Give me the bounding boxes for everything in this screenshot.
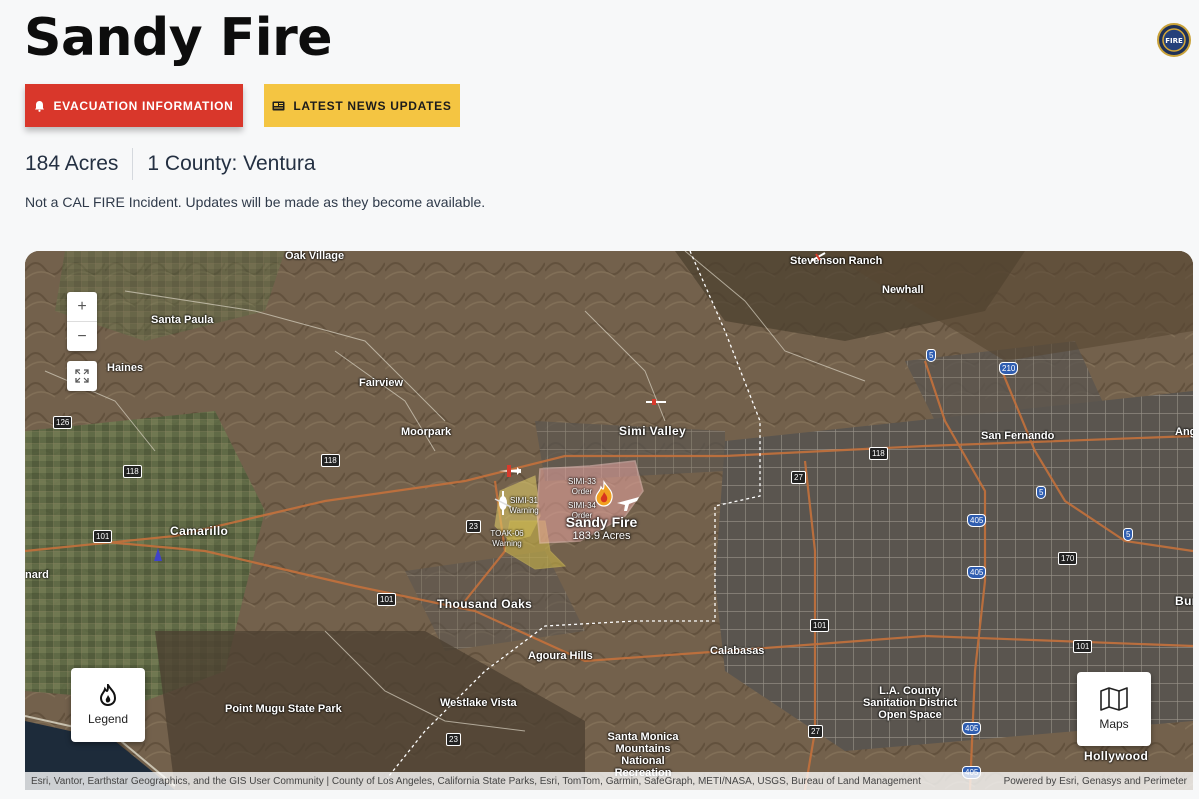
interstate-shield: 5 [1123,528,1134,541]
evacuation-information-button[interactable]: EVACUATION INFORMATION [25,84,243,127]
fire-origin-icon[interactable] [592,480,616,508]
maps-button-label: Maps [1099,717,1129,731]
latest-news-updates-button[interactable]: LATEST NEWS UPDATES [264,84,460,127]
newspaper-icon [272,101,285,110]
acres-stat: 184 Acres [25,152,119,175]
map-label-burbank: Bur [1175,594,1193,608]
svg-text:FIRE: FIRE [1165,37,1183,45]
map-label-moorpark: Moorpark [401,426,452,438]
helicopter-icon[interactable] [493,489,513,517]
zoom-control: + − [67,292,97,351]
map-label-haines: Haines [107,362,144,374]
bell-icon [35,100,45,112]
interstate-shield: 405 [962,722,982,735]
map-label-calabasas: Calabasas [710,645,765,657]
interstate-shield: 5 [1036,486,1047,499]
map-label-thousand-oaks: Thousand Oaks [437,597,533,611]
route-shield: 118 [123,465,142,478]
map-label-fairview: Fairview [359,377,404,389]
airtanker-icon[interactable] [497,463,523,479]
interstate-shield: 405 [967,566,987,579]
aircraft-icon[interactable] [810,251,826,263]
attribution-sources: Esri, Vantor, Earthstar Geographics, and… [31,775,921,787]
map-label-santa-paula: Santa Paula [151,314,214,326]
interstate-shield: 405 [967,514,987,527]
map-label-la-county-sanitation: L.A. County Sanitation District Open Spa… [862,685,958,721]
map-label-hollywood: Hollywood [1084,749,1149,763]
fire-name-label: Sandy Fire [565,514,638,530]
route-shield: 101 [1073,640,1093,653]
route-shield: 126 [53,416,73,429]
maps-button[interactable]: Maps [1077,672,1151,746]
route-shield: 27 [808,725,823,738]
zoom-in-button[interactable]: + [67,292,97,322]
aircraft-icon[interactable] [644,397,668,407]
interstate-shield: 210 [999,362,1019,375]
map-label-san-fernando: San Fernando [981,430,1055,442]
incident-note: Not a CAL FIRE Incident. Updates will be… [25,194,486,210]
incident-map[interactable]: Oak Village Stevenson Ranch Newhall Sant… [25,251,1193,790]
route-shield: 170 [1058,552,1078,565]
map-label-oak-village: Oak Village [285,251,345,262]
location-pin-icon[interactable] [152,547,164,563]
legend-button[interactable]: Legend [71,668,145,742]
map-label-newhall: Newhall [882,284,924,296]
route-shield: 23 [466,520,481,533]
map-label-point-mugu: Point Mugu State Park [225,703,342,715]
map-label-agoura-hills: Agoura Hills [528,650,593,662]
fire-label[interactable]: Sandy Fire 183.9 Acres [559,514,644,542]
fire-acres-label: 183.9 Acres [572,530,631,542]
evacuation-button-label: EVACUATION INFORMATION [53,98,234,113]
map-label-simi-valley: Simi Valley [619,424,687,438]
map-label-westlake-vista: Westlake Vista [440,697,517,709]
aircraft-icon[interactable] [615,491,641,513]
news-button-label: LATEST NEWS UPDATES [293,98,452,113]
route-shield: 101 [93,530,113,543]
county-stat: 1 County: Ventura [147,152,316,175]
page-title: Sandy Fire [24,8,333,68]
route-shield: 27 [791,471,806,484]
cal-fire-logo: FIRE [1157,23,1191,57]
map-attribution: Esri, Vantor, Earthstar Geographics, and… [25,772,1193,790]
flame-icon [99,684,117,706]
zoom-out-button[interactable]: − [67,322,97,351]
map-label-angeles: Ange [1175,426,1193,438]
attribution-powered-by[interactable]: Powered by Esri, Genasys and Perimeter [1004,776,1187,787]
route-shield: 23 [446,733,461,746]
map-label-camarillo: Camarillo [170,524,229,538]
fullscreen-button[interactable] [67,361,97,391]
expand-icon [75,369,89,383]
fire-badge-icon: FIRE [1162,28,1186,52]
incident-stats: 184 Acres 1 County: Ventura [25,147,316,181]
route-shield: 101 [810,619,830,632]
legend-button-label: Legend [87,712,129,726]
route-shield: 101 [377,593,397,606]
zone-label-toak-06: TOAK-06 Warning [490,529,524,548]
stats-divider [132,148,134,180]
route-shield: 118 [321,454,340,467]
route-shield: 118 [869,447,888,460]
map-label-oxnard: nard [25,569,49,581]
folded-map-icon [1100,687,1128,711]
interstate-shield: 5 [926,349,937,362]
